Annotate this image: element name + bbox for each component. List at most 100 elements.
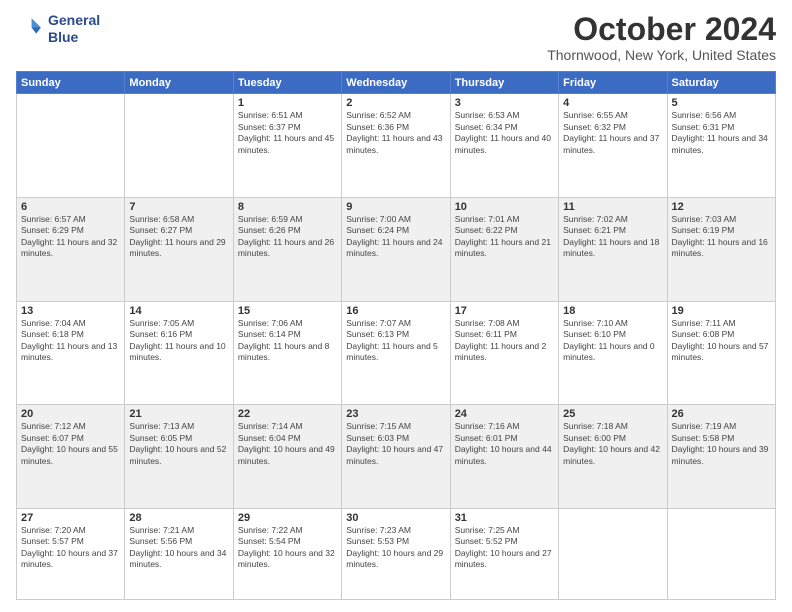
calendar-cell: 31 Sunrise: 7:25 AMSunset: 5:52 PMDaylig… [450, 508, 558, 599]
day-number: 19 [672, 305, 771, 317]
day-detail: Sunrise: 6:52 AMSunset: 6:36 PMDaylight:… [346, 110, 442, 154]
day-number: 13 [21, 305, 120, 317]
day-detail: Sunrise: 7:14 AMSunset: 6:04 PMDaylight:… [238, 421, 335, 465]
weekday-header-tuesday: Tuesday [233, 72, 341, 94]
day-number: 31 [455, 512, 554, 524]
day-detail: Sunrise: 7:01 AMSunset: 6:22 PMDaylight:… [455, 214, 551, 258]
day-number: 28 [129, 512, 228, 524]
day-detail: Sunrise: 6:59 AMSunset: 6:26 PMDaylight:… [238, 214, 334, 258]
day-detail: Sunrise: 7:11 AMSunset: 6:08 PMDaylight:… [672, 318, 769, 362]
logo-line2: Blue [48, 29, 100, 46]
calendar-cell: 18 Sunrise: 7:10 AMSunset: 6:10 PMDaylig… [559, 301, 667, 405]
calendar-cell: 7 Sunrise: 6:58 AMSunset: 6:27 PMDayligh… [125, 197, 233, 301]
day-number: 3 [455, 97, 554, 109]
calendar-week-row: 20 Sunrise: 7:12 AMSunset: 6:07 PMDaylig… [17, 405, 776, 509]
day-number: 30 [346, 512, 445, 524]
day-number: 7 [129, 201, 228, 213]
logo-line1: General [48, 12, 100, 29]
calendar-cell [125, 94, 233, 198]
calendar-cell: 2 Sunrise: 6:52 AMSunset: 6:36 PMDayligh… [342, 94, 450, 198]
day-detail: Sunrise: 7:07 AMSunset: 6:13 PMDaylight:… [346, 318, 438, 362]
calendar-cell: 19 Sunrise: 7:11 AMSunset: 6:08 PMDaylig… [667, 301, 775, 405]
calendar-cell: 27 Sunrise: 7:20 AMSunset: 5:57 PMDaylig… [17, 508, 125, 599]
weekday-header-wednesday: Wednesday [342, 72, 450, 94]
day-detail: Sunrise: 7:23 AMSunset: 5:53 PMDaylight:… [346, 525, 443, 569]
day-number: 4 [563, 97, 662, 109]
day-detail: Sunrise: 7:06 AMSunset: 6:14 PMDaylight:… [238, 318, 330, 362]
title-block: October 2024 Thornwood, New York, United… [547, 12, 776, 63]
day-number: 23 [346, 408, 445, 420]
calendar-cell: 22 Sunrise: 7:14 AMSunset: 6:04 PMDaylig… [233, 405, 341, 509]
weekday-header-monday: Monday [125, 72, 233, 94]
day-detail: Sunrise: 7:08 AMSunset: 6:11 PMDaylight:… [455, 318, 547, 362]
weekday-header-friday: Friday [559, 72, 667, 94]
calendar-week-row: 27 Sunrise: 7:20 AMSunset: 5:57 PMDaylig… [17, 508, 776, 599]
calendar-cell: 10 Sunrise: 7:01 AMSunset: 6:22 PMDaylig… [450, 197, 558, 301]
calendar-cell: 8 Sunrise: 6:59 AMSunset: 6:26 PMDayligh… [233, 197, 341, 301]
logo-text: General Blue [48, 12, 100, 46]
day-detail: Sunrise: 6:57 AMSunset: 6:29 PMDaylight:… [21, 214, 117, 258]
page: General Blue October 2024 Thornwood, New… [0, 0, 792, 612]
day-number: 26 [672, 408, 771, 420]
calendar-week-row: 13 Sunrise: 7:04 AMSunset: 6:18 PMDaylig… [17, 301, 776, 405]
day-detail: Sunrise: 6:58 AMSunset: 6:27 PMDaylight:… [129, 214, 225, 258]
day-detail: Sunrise: 7:12 AMSunset: 6:07 PMDaylight:… [21, 421, 118, 465]
calendar-cell: 21 Sunrise: 7:13 AMSunset: 6:05 PMDaylig… [125, 405, 233, 509]
calendar-cell: 25 Sunrise: 7:18 AMSunset: 6:00 PMDaylig… [559, 405, 667, 509]
day-detail: Sunrise: 6:51 AMSunset: 6:37 PMDaylight:… [238, 110, 334, 154]
day-detail: Sunrise: 7:20 AMSunset: 5:57 PMDaylight:… [21, 525, 118, 569]
day-number: 8 [238, 201, 337, 213]
calendar-cell: 3 Sunrise: 6:53 AMSunset: 6:34 PMDayligh… [450, 94, 558, 198]
calendar-cell: 1 Sunrise: 6:51 AMSunset: 6:37 PMDayligh… [233, 94, 341, 198]
day-detail: Sunrise: 7:22 AMSunset: 5:54 PMDaylight:… [238, 525, 335, 569]
calendar-week-row: 6 Sunrise: 6:57 AMSunset: 6:29 PMDayligh… [17, 197, 776, 301]
logo: General Blue [16, 12, 100, 46]
day-number: 15 [238, 305, 337, 317]
day-detail: Sunrise: 6:56 AMSunset: 6:31 PMDaylight:… [672, 110, 768, 154]
day-detail: Sunrise: 7:19 AMSunset: 5:58 PMDaylight:… [672, 421, 769, 465]
day-number: 16 [346, 305, 445, 317]
logo-icon [16, 15, 44, 43]
day-detail: Sunrise: 6:53 AMSunset: 6:34 PMDaylight:… [455, 110, 551, 154]
calendar-cell: 11 Sunrise: 7:02 AMSunset: 6:21 PMDaylig… [559, 197, 667, 301]
calendar-cell: 12 Sunrise: 7:03 AMSunset: 6:19 PMDaylig… [667, 197, 775, 301]
day-number: 17 [455, 305, 554, 317]
day-number: 9 [346, 201, 445, 213]
day-detail: Sunrise: 7:05 AMSunset: 6:16 PMDaylight:… [129, 318, 225, 362]
weekday-header-sunday: Sunday [17, 72, 125, 94]
calendar-cell: 30 Sunrise: 7:23 AMSunset: 5:53 PMDaylig… [342, 508, 450, 599]
day-detail: Sunrise: 7:15 AMSunset: 6:03 PMDaylight:… [346, 421, 443, 465]
weekday-header-thursday: Thursday [450, 72, 558, 94]
calendar-cell: 14 Sunrise: 7:05 AMSunset: 6:16 PMDaylig… [125, 301, 233, 405]
header: General Blue October 2024 Thornwood, New… [16, 12, 776, 63]
day-detail: Sunrise: 7:03 AMSunset: 6:19 PMDaylight:… [672, 214, 768, 258]
day-number: 29 [238, 512, 337, 524]
month-title: October 2024 [547, 12, 776, 47]
day-number: 1 [238, 97, 337, 109]
calendar-cell: 4 Sunrise: 6:55 AMSunset: 6:32 PMDayligh… [559, 94, 667, 198]
day-number: 11 [563, 201, 662, 213]
calendar-header-row: SundayMondayTuesdayWednesdayThursdayFrid… [17, 72, 776, 94]
calendar-cell: 5 Sunrise: 6:56 AMSunset: 6:31 PMDayligh… [667, 94, 775, 198]
calendar-cell: 17 Sunrise: 7:08 AMSunset: 6:11 PMDaylig… [450, 301, 558, 405]
calendar-cell [559, 508, 667, 599]
calendar-cell: 16 Sunrise: 7:07 AMSunset: 6:13 PMDaylig… [342, 301, 450, 405]
day-detail: Sunrise: 6:55 AMSunset: 6:32 PMDaylight:… [563, 110, 659, 154]
day-number: 14 [129, 305, 228, 317]
calendar-cell [17, 94, 125, 198]
day-number: 12 [672, 201, 771, 213]
calendar-cell: 24 Sunrise: 7:16 AMSunset: 6:01 PMDaylig… [450, 405, 558, 509]
day-detail: Sunrise: 7:00 AMSunset: 6:24 PMDaylight:… [346, 214, 442, 258]
day-number: 10 [455, 201, 554, 213]
day-number: 27 [21, 512, 120, 524]
day-detail: Sunrise: 7:13 AMSunset: 6:05 PMDaylight:… [129, 421, 226, 465]
calendar-cell: 29 Sunrise: 7:22 AMSunset: 5:54 PMDaylig… [233, 508, 341, 599]
day-detail: Sunrise: 7:16 AMSunset: 6:01 PMDaylight:… [455, 421, 552, 465]
day-detail: Sunrise: 7:18 AMSunset: 6:00 PMDaylight:… [563, 421, 660, 465]
day-number: 25 [563, 408, 662, 420]
day-number: 5 [672, 97, 771, 109]
calendar-cell: 26 Sunrise: 7:19 AMSunset: 5:58 PMDaylig… [667, 405, 775, 509]
day-detail: Sunrise: 7:02 AMSunset: 6:21 PMDaylight:… [563, 214, 659, 258]
day-number: 6 [21, 201, 120, 213]
calendar-table: SundayMondayTuesdayWednesdayThursdayFrid… [16, 71, 776, 600]
